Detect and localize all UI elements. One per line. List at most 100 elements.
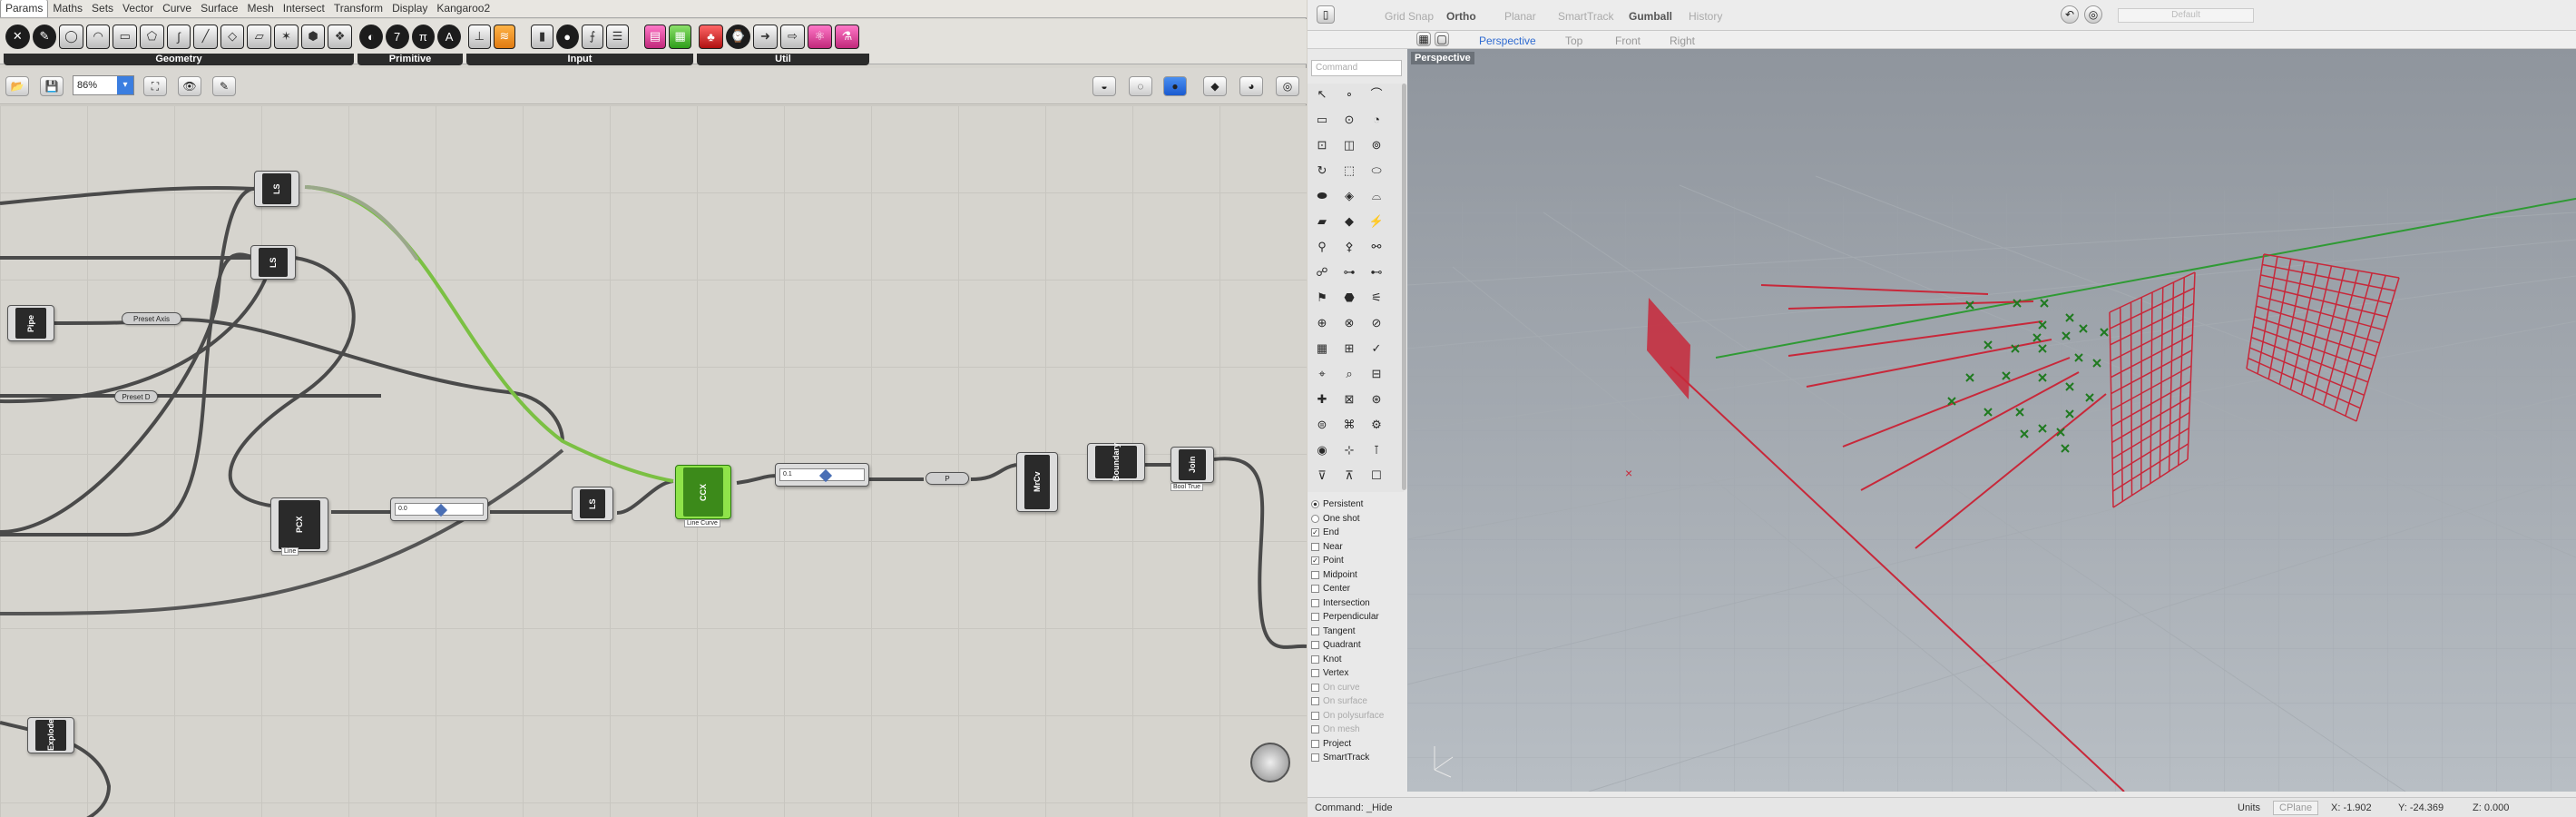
- osnap-knot[interactable]: Knot: [1311, 653, 1402, 667]
- panel-icon[interactable]: ≋: [493, 24, 516, 49]
- tool-explode-icon[interactable]: ⚡: [1367, 212, 1386, 231]
- cherry-icon[interactable]: ♣: [699, 24, 723, 49]
- param-preset-axis[interactable]: Preset Axis: [122, 312, 181, 325]
- tool-hatch-icon[interactable]: ⊘: [1367, 314, 1386, 332]
- tool-fillet-icon[interactable]: ↻: [1313, 162, 1331, 180]
- osnap-vertex[interactable]: Vertex: [1311, 666, 1402, 681]
- tab-sets[interactable]: Sets: [87, 0, 118, 17]
- checkbox-icon[interactable]: [1311, 598, 1319, 607]
- tool-polygon-icon[interactable]: ◫: [1340, 136, 1358, 154]
- command-input[interactable]: Command: [1311, 60, 1402, 76]
- view-tab-top[interactable]: Top: [1565, 34, 1582, 47]
- molecule-icon[interactable]: ⚛: [808, 24, 832, 49]
- tool-group-icon[interactable]: ⊠: [1340, 390, 1358, 408]
- globe-icon[interactable]: ◎: [1276, 76, 1299, 96]
- cplane-dropdown[interactable]: CPlane: [2273, 801, 2319, 815]
- shaded-icon[interactable]: ◆: [1203, 76, 1227, 96]
- checkbox-icon[interactable]: [1311, 725, 1319, 734]
- component-pipe[interactable]: Pipe: [7, 305, 54, 341]
- sidebar-toggle-icon[interactable]: ▯: [1317, 5, 1335, 24]
- component-mcv[interactable]: MrCv: [1016, 452, 1058, 512]
- tab-display[interactable]: Display: [387, 0, 432, 17]
- toggle-history[interactable]: History: [1689, 10, 1722, 23]
- tool-sphere-icon[interactable]: ⬭: [1367, 162, 1386, 180]
- checkbox-icon[interactable]: [1311, 655, 1319, 664]
- tool-ellipse-icon[interactable]: ⊡: [1313, 136, 1331, 154]
- gh-canvas[interactable]: LS LS Pipe Preset Axis Preset D PCX Line…: [0, 105, 1307, 817]
- vector-param-icon[interactable]: ❖: [328, 24, 352, 49]
- osnap-midpoint[interactable]: Midpoint: [1311, 568, 1402, 583]
- osnap-intersection[interactable]: Intersection: [1311, 596, 1402, 611]
- checkbox-icon[interactable]: [1311, 613, 1319, 622]
- viewport-label[interactable]: Perspective: [1411, 52, 1474, 64]
- tool-polyline-icon[interactable]: ⌒: [1367, 85, 1386, 103]
- component-boundary[interactable]: Boundary: [1087, 443, 1145, 481]
- tool-select-icon[interactable]: ↖: [1313, 85, 1331, 103]
- component-pcx[interactable]: PCX: [270, 497, 328, 552]
- tool-array-icon[interactable]: ⬣: [1340, 289, 1358, 307]
- toolbox-scrollbar[interactable]: [1402, 84, 1406, 490]
- component-ccx[interactable]: CCX: [675, 465, 731, 519]
- checkbox-icon[interactable]: [1311, 683, 1319, 692]
- tab-params[interactable]: Params: [0, 0, 49, 17]
- tool-zoom-icon[interactable]: ⌕: [1340, 365, 1358, 383]
- tab-transform[interactable]: Transform: [329, 0, 387, 17]
- component-ls2[interactable]: LS: [250, 245, 296, 280]
- undo-icon[interactable]: ↶: [2061, 5, 2079, 24]
- surface-param-icon[interactable]: ⬢: [300, 24, 326, 49]
- tab-kangaroo2[interactable]: Kangaroo2: [432, 0, 495, 17]
- tool-box-icon[interactable]: ⬬: [1313, 187, 1331, 205]
- tab-mesh[interactable]: Mesh: [242, 0, 278, 17]
- checkbox-icon[interactable]: ✓: [1311, 556, 1319, 566]
- matrix-icon[interactable]: ▦: [669, 24, 691, 49]
- tool-snap-icon[interactable]: ⊹: [1340, 441, 1358, 459]
- layout-grid-icon[interactable]: ▦: [1416, 32, 1431, 46]
- osnap-perpendicular[interactable]: Perpendicular: [1311, 610, 1402, 625]
- tool-history-icon[interactable]: ⊼: [1340, 467, 1358, 485]
- arc-param-icon[interactable]: ◠: [85, 24, 111, 49]
- component-ls1[interactable]: LS: [254, 171, 299, 207]
- osnap-on-curve[interactable]: On curve: [1311, 681, 1402, 695]
- osnap-on-surface[interactable]: On surface: [1311, 694, 1402, 709]
- checkbox-icon[interactable]: [1311, 697, 1319, 706]
- param-preset-d[interactable]: Preset D: [114, 390, 158, 403]
- tab-intersect[interactable]: Intersect: [279, 0, 329, 17]
- boolean-icon[interactable]: ◐: [359, 24, 383, 49]
- layer-dropdown[interactable]: Default: [2118, 8, 2254, 23]
- checkbox-icon[interactable]: [1311, 669, 1319, 678]
- toggle-grid-snap[interactable]: Grid Snap: [1385, 10, 1434, 23]
- component-explode[interactable]: Explode: [27, 717, 74, 753]
- integer-icon[interactable]: 7: [385, 24, 409, 49]
- mesh-param-icon[interactable]: ◇: [220, 24, 245, 49]
- close-icon[interactable]: ✕: [5, 24, 30, 49]
- list-icon[interactable]: ☰: [606, 24, 629, 49]
- tool-point-icon[interactable]: ∘: [1340, 85, 1358, 103]
- osnap-tangent[interactable]: Tangent: [1311, 625, 1402, 639]
- sketch-pen-icon[interactable]: ✎: [212, 76, 236, 96]
- preview-mode-icon[interactable]: ◒: [1092, 76, 1116, 96]
- toggle-ortho[interactable]: Ortho: [1446, 10, 1476, 23]
- radio-icon[interactable]: [1311, 500, 1319, 509]
- circle-param-icon[interactable]: ◯: [59, 24, 83, 49]
- tool-pan-icon[interactable]: ⊟: [1367, 365, 1386, 383]
- osnap-persistent[interactable]: Persistent: [1311, 497, 1402, 512]
- tool-gumball-icon[interactable]: ⊽: [1313, 467, 1331, 485]
- tool-layout-icon[interactable]: ⊞: [1340, 340, 1358, 358]
- tool-move-icon[interactable]: ☍: [1313, 263, 1331, 281]
- tool-solid-icon[interactable]: ◆: [1340, 212, 1358, 231]
- checkbox-icon[interactable]: [1311, 711, 1319, 720]
- view-tab-perspective[interactable]: Perspective: [1479, 34, 1536, 47]
- pen-icon[interactable]: ✎: [32, 24, 57, 49]
- toggle-smarttrack[interactable]: SmartTrack: [1558, 10, 1614, 23]
- brep-param-icon[interactable]: ⬠: [140, 24, 164, 49]
- toggle-icon[interactable]: ⊥: [468, 24, 491, 49]
- osnap-center[interactable]: Center: [1311, 582, 1402, 596]
- color-icon[interactable]: ◕: [1239, 76, 1263, 96]
- osnap-smarttrack[interactable]: SmartTrack: [1311, 751, 1402, 765]
- tool-sweep-icon[interactable]: ⌓: [1367, 187, 1386, 205]
- tool-trim-icon[interactable]: ⚲: [1313, 238, 1331, 256]
- tool-extrude-icon[interactable]: ⬚: [1340, 162, 1358, 180]
- flask-icon[interactable]: ⚗: [835, 24, 859, 49]
- osnap-near[interactable]: Near: [1311, 540, 1402, 555]
- bake-icon[interactable]: ●: [1163, 76, 1187, 96]
